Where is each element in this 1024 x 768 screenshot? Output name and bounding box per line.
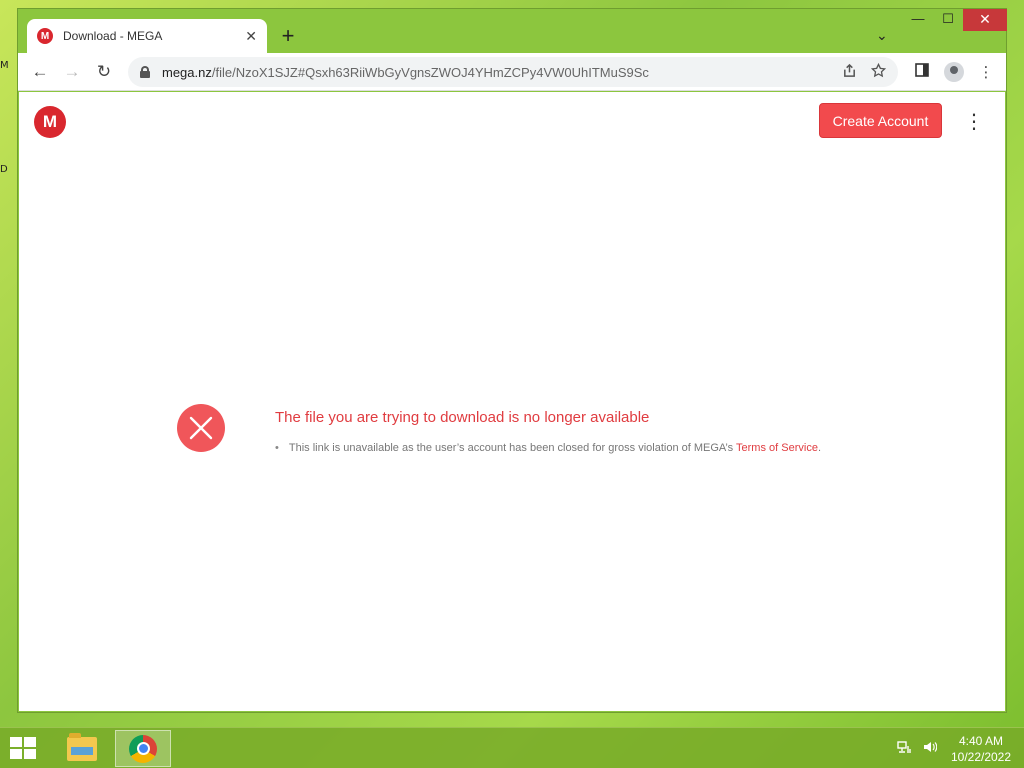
- desktop-icon-label[interactable]: D: [0, 164, 8, 175]
- more-menu-icon[interactable]: ⋮: [964, 112, 984, 132]
- share-icon[interactable]: [842, 63, 857, 82]
- tab-close-icon[interactable]: ✕: [245, 28, 257, 45]
- browser-window: M Download - MEGA ✕ + ⌄ — ☐ ✕ ← → ↻ mega…: [17, 8, 1007, 713]
- maximize-button[interactable]: ☐: [933, 9, 963, 31]
- forward-button[interactable]: →: [56, 56, 88, 88]
- menu-icon[interactable]: ⋮: [970, 63, 1002, 81]
- clock-time: 4:40 AM: [958, 734, 1004, 748]
- reload-button[interactable]: ↻: [88, 56, 120, 88]
- error-title: The file you are trying to download is n…: [275, 409, 650, 426]
- system-tray: [897, 740, 938, 757]
- browser-toolbar: ← → ↻ mega.nz/file/NzoX1SJZ#Qsxh63RiiWbG…: [18, 53, 1006, 91]
- error-detail: • This link is unavailable as the user’s …: [275, 442, 821, 454]
- error-detail-suffix: .: [817, 442, 822, 454]
- network-icon[interactable]: [897, 740, 911, 757]
- tab-search-chevron-icon[interactable]: ⌄: [876, 27, 888, 44]
- error-detail-text: This link is unavailable as the user’s a…: [288, 442, 737, 454]
- close-window-button[interactable]: ✕: [963, 9, 1007, 31]
- desktop-icon-label[interactable]: M: [0, 60, 9, 71]
- clock-date: 10/22/2022: [950, 750, 1012, 764]
- tab-download-mega[interactable]: M Download - MEGA ✕: [27, 19, 267, 53]
- create-account-button[interactable]: Create Account: [819, 103, 942, 138]
- lock-icon[interactable]: [140, 66, 150, 78]
- new-tab-button[interactable]: +: [276, 25, 300, 49]
- minimize-button[interactable]: —: [903, 9, 933, 31]
- url-path: /file/NzoX1SJZ#Qsxh63RiiWbGyVgnsZWOJ4YHm…: [211, 64, 649, 80]
- back-button[interactable]: ←: [24, 56, 56, 88]
- profile-icon[interactable]: [944, 62, 964, 82]
- mega-favicon-icon: M: [37, 28, 53, 44]
- error-x-icon: [177, 404, 225, 452]
- taskbar: 4:40 AM 10/22/2022: [0, 727, 1024, 768]
- volume-icon[interactable]: [923, 740, 938, 757]
- window-controls: — ☐ ✕: [903, 9, 1007, 31]
- taskbar-clock[interactable]: 4:40 AM 10/22/2022: [948, 733, 1014, 765]
- toolbar-right: ⋮: [906, 53, 1002, 91]
- terms-of-service-link[interactable]: Terms of Service: [736, 442, 818, 454]
- url-text[interactable]: mega.nz/file/NzoX1SJZ#Qsxh63RiiWbGyVgnsZ…: [162, 65, 828, 80]
- tab-title: Download - MEGA: [63, 29, 163, 43]
- bullet: •: [275, 442, 279, 454]
- windows-start-icon[interactable]: [10, 737, 38, 761]
- mega-logo[interactable]: M: [34, 106, 66, 138]
- page-content: M Create Account ⋮ The file you are tryi…: [19, 92, 1005, 711]
- chrome-taskbar-icon[interactable]: [115, 730, 171, 767]
- address-bar[interactable]: mega.nz/file/NzoX1SJZ#Qsxh63RiiWbGyVgnsZ…: [128, 57, 898, 87]
- url-host: mega.nz: [162, 64, 212, 80]
- file-explorer-icon[interactable]: [54, 730, 110, 767]
- title-bar: M Download - MEGA ✕ + ⌄ — ☐ ✕: [18, 9, 1007, 53]
- sidepanel-icon[interactable]: [906, 63, 938, 81]
- star-icon[interactable]: [870, 62, 887, 82]
